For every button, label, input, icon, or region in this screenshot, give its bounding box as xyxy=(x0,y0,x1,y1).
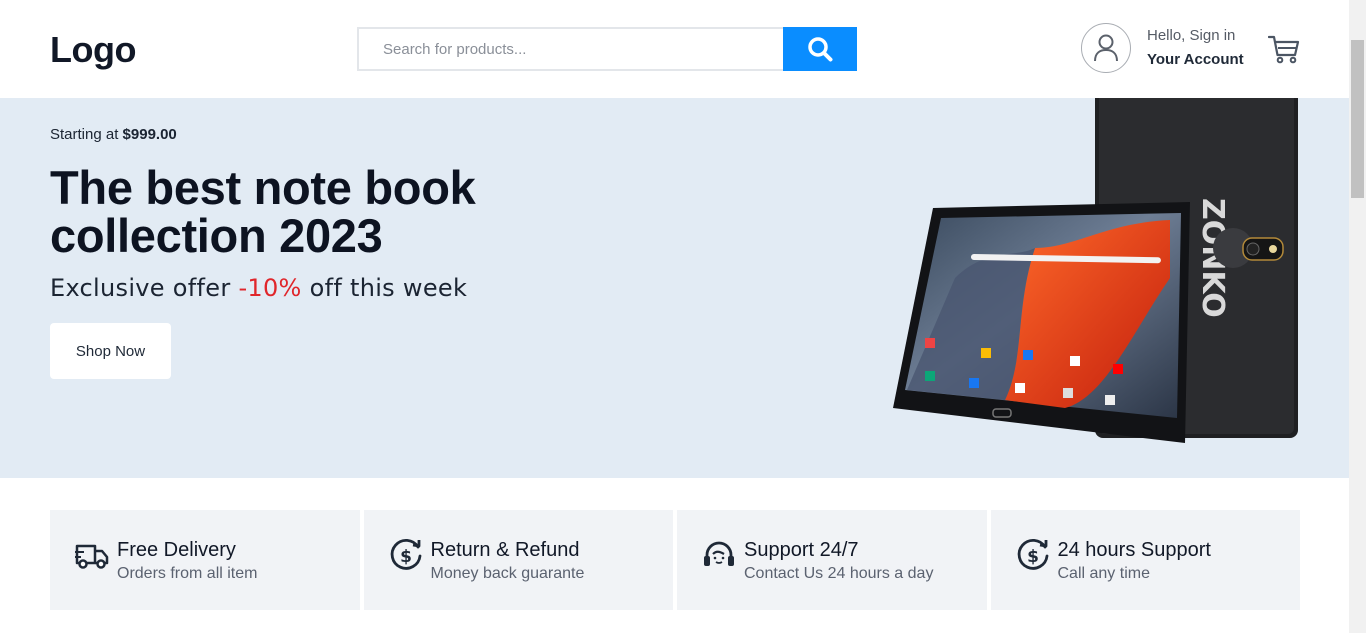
offer-suffix: off this week xyxy=(301,274,468,302)
feature-text: Free Delivery Orders from all item xyxy=(117,538,257,583)
feature-desc: Money back guarante xyxy=(430,565,585,582)
account-label: Your Account xyxy=(1147,51,1244,68)
feature-title: 24 hours Support xyxy=(1057,539,1211,561)
dollar-refund-icon: $ xyxy=(1017,538,1048,570)
feature-text: Return & Refund Money back guarante xyxy=(431,538,585,583)
hero-title: The best note book collection 2023 xyxy=(50,161,476,262)
search-button[interactable] xyxy=(783,27,857,71)
feature-desc: Contact Us 24 hours a day xyxy=(744,565,934,582)
account-text[interactable]: Hello, Sign in Your Account xyxy=(1147,24,1244,72)
feature-card-support: Support 24/7 Contact Us 24 hours a day xyxy=(677,510,987,610)
search-input[interactable] xyxy=(357,27,783,71)
feature-card-free-delivery: Free Delivery Orders from all item xyxy=(50,510,360,610)
offer-prefix: Exclusive offer xyxy=(50,274,239,302)
feature-title: Free Delivery xyxy=(117,539,236,561)
hero-offer: Exclusive offer -10% off this week xyxy=(50,274,467,302)
page-scrollbar[interactable] xyxy=(1349,0,1366,633)
search-icon xyxy=(808,37,833,62)
logo[interactable]: Logo xyxy=(50,29,136,71)
truck-icon xyxy=(75,544,109,569)
svg-text:$: $ xyxy=(400,547,412,567)
starting-price: $999.00 xyxy=(122,126,177,143)
site-header: Logo Hello, Sign in Your Account xyxy=(0,0,1349,98)
features-row: Free Delivery Orders from all item $ Ret… xyxy=(50,510,1300,610)
cart-icon xyxy=(1267,35,1300,64)
user-icon xyxy=(1094,34,1118,62)
cart-button[interactable] xyxy=(1267,34,1300,64)
feature-text: Support 24/7 Contact Us 24 hours a day xyxy=(744,538,933,583)
starting-prefix: Starting at xyxy=(50,126,123,143)
shop-now-button[interactable]: Shop Now xyxy=(50,323,171,379)
feature-card-24h-support: $ 24 hours Support Call any time xyxy=(990,510,1300,610)
feature-desc: Orders from all item xyxy=(117,565,258,582)
headset-icon xyxy=(704,541,734,566)
search-bar xyxy=(357,27,857,71)
scrollbar-thumb[interactable] xyxy=(1351,40,1364,198)
feature-text: 24 hours Support Call any time xyxy=(1058,538,1211,583)
offer-discount: -10% xyxy=(238,274,302,302)
dollar-refund-icon: $ xyxy=(390,538,421,570)
account-menu[interactable]: Hello, Sign in Your Account xyxy=(1081,23,1244,73)
feature-title: Support 24/7 xyxy=(744,539,859,561)
starting-price-text: Starting at $999.00 xyxy=(50,126,177,143)
account-greeting: Hello, Sign in xyxy=(1147,27,1236,44)
svg-text:$: $ xyxy=(1027,547,1039,567)
hero-banner: Starting at $999.00 The best note book c… xyxy=(0,98,1349,478)
feature-title: Return & Refund xyxy=(430,539,580,561)
feature-desc: Call any time xyxy=(1057,565,1150,582)
feature-card-return-refund: $ Return & Refund Money back guarante xyxy=(363,510,673,610)
tablet-product-image: ZONKO xyxy=(893,98,1298,443)
avatar[interactable] xyxy=(1081,23,1131,73)
